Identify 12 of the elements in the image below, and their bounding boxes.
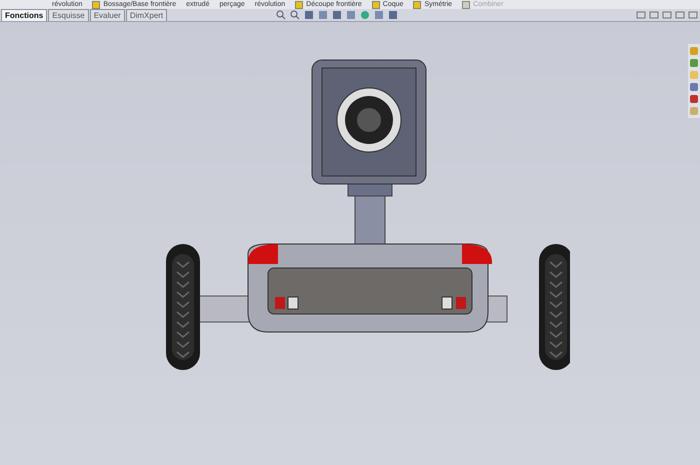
feature-icon: [295, 0, 304, 8]
zoom-icon[interactable]: [290, 10, 300, 20]
feature-icon: [372, 0, 380, 8]
feature-icon: [413, 0, 422, 8]
zoom-icon[interactable]: [276, 10, 286, 20]
command-tab[interactable]: Esquisse: [48, 9, 89, 21]
sphere-icon[interactable]: [360, 10, 370, 20]
feature-icon: [462, 0, 470, 8]
command-tab[interactable]: Evaluer: [90, 9, 125, 21]
feature-icon: [92, 0, 100, 8]
command-tab[interactable]: Fonctions: [1, 9, 48, 21]
command-tab[interactable]: DimXpert: [126, 9, 168, 21]
